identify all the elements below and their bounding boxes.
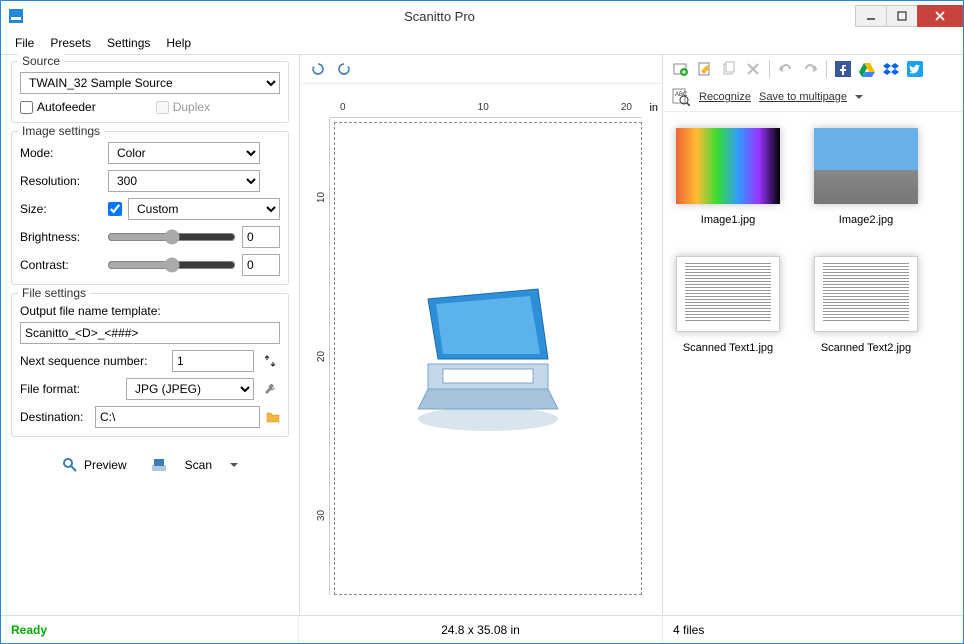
- maximize-button[interactable]: [886, 5, 918, 27]
- preview-canvas[interactable]: [334, 122, 642, 595]
- google-drive-icon[interactable]: [857, 59, 877, 79]
- image-settings-group: Image settings Mode: Color Resolution: 3…: [11, 131, 289, 285]
- recognize-link[interactable]: Recognize: [699, 91, 751, 103]
- menu-help[interactable]: Help: [158, 32, 199, 54]
- rotate-right-icon[interactable]: [334, 59, 354, 79]
- contrast-value[interactable]: [242, 254, 280, 276]
- statusbar: Ready 24.8 x 35.08 in 4 files: [1, 615, 963, 643]
- save-multipage-link[interactable]: Save to multipage: [759, 91, 847, 103]
- menu-presets[interactable]: Presets: [42, 32, 99, 54]
- thumb-image2[interactable]: Image2.jpg: [811, 128, 921, 226]
- status-ready: Ready: [1, 616, 299, 643]
- close-button[interactable]: [917, 5, 963, 27]
- scan-button[interactable]: Scan: [151, 457, 238, 473]
- seq-input[interactable]: [172, 350, 254, 372]
- mode-select[interactable]: Color: [108, 142, 260, 164]
- ruler-vertical: 102030: [314, 118, 330, 595]
- magnifier-icon: [62, 457, 78, 473]
- image-settings-legend: Image settings: [18, 124, 104, 138]
- size-label: Size:: [20, 202, 102, 216]
- thumbnail-area: Image1.jpg Image2.jpg Scanned Text1.jpg …: [663, 112, 963, 615]
- preview-panel: in 01020 102030: [299, 55, 663, 615]
- resolution-select[interactable]: 300: [108, 170, 260, 192]
- seq-reset-icon[interactable]: [260, 351, 280, 371]
- mode-label: Mode:: [20, 146, 102, 160]
- brightness-label: Brightness:: [20, 230, 101, 244]
- thumb-label: Scanned Text2.jpg: [821, 342, 911, 354]
- facebook-icon[interactable]: [833, 59, 853, 79]
- dest-label: Destination:: [20, 410, 89, 424]
- brightness-value[interactable]: [242, 226, 280, 248]
- thumb-scanned-text2[interactable]: Scanned Text2.jpg: [811, 256, 921, 354]
- edit-image-icon[interactable]: [695, 59, 715, 79]
- thumb-label: Image1.jpg: [701, 214, 755, 226]
- rotate-left-icon[interactable]: [308, 59, 328, 79]
- seq-label: Next sequence number:: [20, 354, 166, 368]
- size-select[interactable]: Custom: [128, 198, 280, 220]
- dest-input[interactable]: [95, 406, 260, 428]
- status-dimensions: 24.8 x 35.08 in: [299, 616, 663, 643]
- menubar: File Presets Settings Help: [1, 31, 963, 55]
- menu-file[interactable]: File: [7, 32, 42, 54]
- scan-dropdown-icon[interactable]: [230, 461, 238, 469]
- minimize-button[interactable]: [855, 5, 887, 27]
- window-title: Scanitto Pro: [23, 9, 856, 24]
- size-crop-checkbox[interactable]: [108, 202, 122, 216]
- ruler-horizontal: 01020: [330, 102, 642, 118]
- source-select[interactable]: TWAIN_32 Sample Source: [20, 72, 280, 94]
- format-select[interactable]: JPG (JPEG): [126, 378, 254, 400]
- contrast-label: Contrast:: [20, 258, 101, 272]
- brightness-slider[interactable]: [107, 229, 236, 245]
- twitter-icon[interactable]: [905, 59, 925, 79]
- copy-icon[interactable]: [719, 59, 739, 79]
- menu-settings[interactable]: Settings: [99, 32, 158, 54]
- recognize-icon: ABC: [671, 87, 691, 107]
- thumb-label: Image2.jpg: [839, 214, 893, 226]
- format-settings-icon[interactable]: [260, 379, 280, 399]
- resolution-label: Resolution:: [20, 174, 102, 188]
- left-panel: Source TWAIN_32 Sample Source Autofeeder…: [1, 55, 299, 615]
- right-panel: ABC Recognize Save to multipage Image1.j…: [663, 55, 963, 615]
- add-image-icon[interactable]: [671, 59, 691, 79]
- ruler-unit: in: [649, 102, 658, 114]
- delete-icon[interactable]: [743, 59, 763, 79]
- duplex-checkbox: Duplex: [156, 100, 210, 114]
- template-label: Output file name template:: [20, 304, 280, 318]
- preview-button[interactable]: Preview: [62, 457, 127, 473]
- contrast-slider[interactable]: [107, 257, 236, 273]
- thumb-label: Scanned Text1.jpg: [683, 342, 773, 354]
- thumb-image1[interactable]: Image1.jpg: [673, 128, 783, 226]
- scanner-placeholder-icon: [398, 269, 578, 449]
- undo-icon[interactable]: [776, 59, 796, 79]
- source-legend: Source: [18, 54, 64, 68]
- redo-icon[interactable]: [800, 59, 820, 79]
- scanner-icon: [151, 457, 167, 473]
- template-input[interactable]: [20, 322, 280, 344]
- file-settings-group: File settings Output file name template:…: [11, 293, 289, 437]
- status-file-count: 4 files: [663, 616, 963, 643]
- app-icon: [9, 9, 23, 23]
- format-label: File format:: [20, 382, 120, 396]
- right-toolbar: [663, 55, 963, 83]
- file-settings-legend: File settings: [18, 286, 90, 300]
- dest-browse-icon[interactable]: [266, 407, 280, 427]
- thumb-scanned-text1[interactable]: Scanned Text1.jpg: [673, 256, 783, 354]
- dropbox-icon[interactable]: [881, 59, 901, 79]
- source-group: Source TWAIN_32 Sample Source Autofeeder…: [11, 61, 289, 123]
- autofeeder-checkbox[interactable]: Autofeeder: [20, 100, 96, 114]
- titlebar: Scanitto Pro: [1, 1, 963, 31]
- save-multipage-dropdown-icon[interactable]: [855, 93, 863, 101]
